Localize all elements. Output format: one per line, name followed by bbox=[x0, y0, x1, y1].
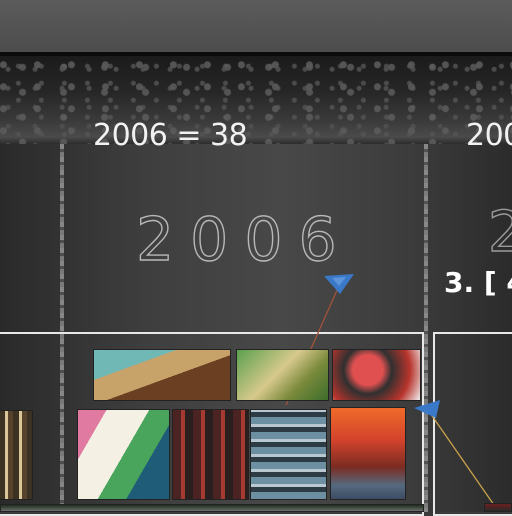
photo-thumbnail[interactable] bbox=[236, 349, 329, 401]
photo-thumbnail[interactable] bbox=[330, 407, 406, 500]
photo-thumbnail[interactable] bbox=[93, 349, 231, 401]
photo-row-partial[interactable] bbox=[0, 504, 424, 512]
photo-thumbnail[interactable] bbox=[0, 410, 33, 500]
photo-thumbnail[interactable] bbox=[172, 409, 249, 500]
photo-thumbnail[interactable] bbox=[332, 349, 421, 401]
thread-yellow bbox=[427, 409, 495, 506]
photo-thumbnail[interactable] bbox=[250, 409, 327, 500]
photo-thumbnail[interactable] bbox=[77, 409, 170, 500]
pin-marker-icon[interactable] bbox=[412, 398, 442, 420]
pin-marker-icon[interactable] bbox=[322, 272, 356, 296]
photo-thumbnail[interactable] bbox=[484, 503, 512, 512]
